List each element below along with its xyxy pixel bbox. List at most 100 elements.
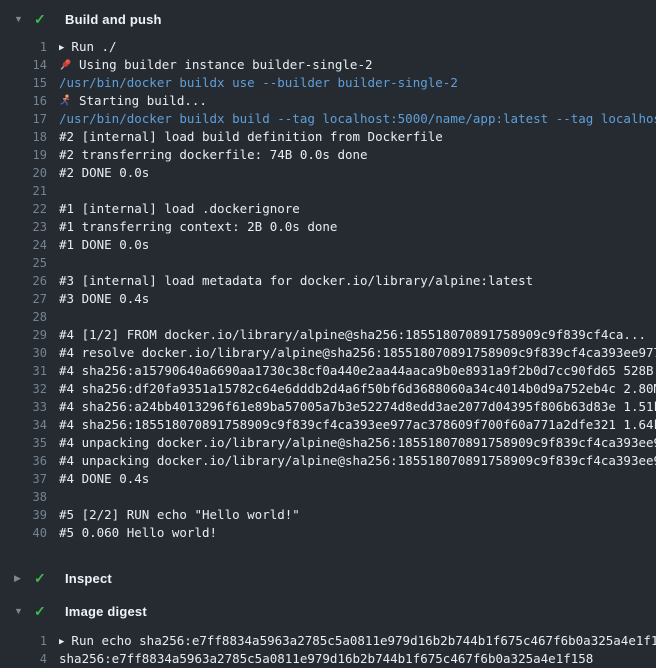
line-text: #3 DONE 0.4s	[59, 290, 149, 308]
log-line: 21	[0, 182, 656, 200]
log-line: 24 #1 DONE 0.0s	[0, 236, 656, 254]
line-number[interactable]: 1	[0, 38, 47, 56]
log-line: 29 #4 [1/2] FROM docker.io/library/alpine…	[0, 326, 656, 344]
line-number[interactable]: 21	[0, 182, 47, 200]
line-number[interactable]: 16	[0, 92, 47, 110]
log-line: 1 ▶Run ./	[0, 38, 656, 56]
line-number[interactable]: 26	[0, 272, 47, 290]
line-text: #4 DONE 0.4s	[59, 470, 149, 488]
line-number[interactable]: 20	[0, 164, 47, 182]
pin-icon	[59, 58, 72, 71]
section-title: Image digest	[65, 604, 147, 619]
line-text: ▶Run echo sha256:e7ff8834a5963a2785c5a08…	[59, 632, 656, 650]
line-number[interactable]: 22	[0, 200, 47, 218]
log-line: 22 #1 [internal] load .dockerignore	[0, 200, 656, 218]
line-text: #4 unpacking docker.io/library/alpine@sh…	[59, 434, 656, 452]
line-number[interactable]: 33	[0, 398, 47, 416]
line-number[interactable]: 4	[0, 650, 47, 668]
line-text: /usr/bin/docker buildx use --builder bui…	[59, 74, 458, 92]
log-line: 38	[0, 488, 656, 506]
line-number[interactable]: 14	[0, 56, 47, 74]
chevron-right-icon[interactable]: ▶	[14, 567, 34, 589]
line-text: /usr/bin/docker buildx build --tag local…	[59, 110, 656, 128]
line-text: #4 sha256:df20fa9351a15782c64e6dddb2d4a6…	[59, 380, 656, 398]
log-line: 20 #2 DONE 0.0s	[0, 164, 656, 182]
log-line: 31 #4 sha256:a15790640a6690aa1730c38cf0a4…	[0, 362, 656, 380]
line-text: #5 0.060 Hello world!	[59, 524, 217, 542]
log-line: 16 Starting build...	[0, 92, 656, 110]
line-text: #4 [1/2] FROM docker.io/library/alpine@s…	[59, 326, 646, 344]
log-line: 26 #3 [internal] load metadata for docker…	[0, 272, 656, 290]
check-icon: ✓	[34, 600, 56, 622]
section-header[interactable]: ▶ ✓ Inspect	[0, 567, 656, 589]
line-number[interactable]: 19	[0, 146, 47, 164]
line-text: #1 [internal] load .dockerignore	[59, 200, 300, 218]
section-header[interactable]: ▼ ✓ Image digest	[0, 600, 656, 622]
log-line: 39 #5 [2/2] RUN echo "Hello world!"	[0, 506, 656, 524]
line-number[interactable]: 24	[0, 236, 47, 254]
line-number[interactable]: 38	[0, 488, 47, 506]
line-text: #4 sha256:a24bb4013296f61e89ba57005a7b3e…	[59, 398, 656, 416]
line-text: #4 sha256:a15790640a6690aa1730c38cf0a440…	[59, 362, 656, 380]
line-text: #1 transferring context: 2B 0.0s done	[59, 218, 337, 236]
log-line: 34#4 sha256:185518070891758909c9f839cf4c…	[0, 416, 656, 434]
line-number[interactable]: 27	[0, 290, 47, 308]
section-inspect: ▶ ✓ Inspect	[0, 567, 656, 589]
line-number[interactable]: 35	[0, 434, 47, 452]
log-line: 18 #2 [internal] load build definition fr…	[0, 128, 656, 146]
line-text: #2 [internal] load build definition from…	[59, 128, 443, 146]
chevron-down-icon[interactable]: ▼	[14, 8, 34, 30]
section-log: 1 ▶Run echo sha256:e7ff8834a5963a2785c5a0…	[0, 632, 656, 668]
log-line: 30 #4 resolve docker.io/library/alpine@sh…	[0, 344, 656, 362]
line-text: #3 [internal] load metadata for docker.i…	[59, 272, 533, 290]
log-line: 36 #4 unpacking docker.io/library/alpine@…	[0, 452, 656, 470]
log-line: 4 sha256:e7ff8834a5963a2785c5a0811e979d16…	[0, 650, 656, 668]
line-number[interactable]: 39	[0, 506, 47, 524]
line-number[interactable]: 36	[0, 452, 47, 470]
log-viewer: ▼ ✓ Build and push 1 ▶Run ./14Using build…	[0, 0, 656, 668]
log-line: 25	[0, 254, 656, 272]
line-number[interactable]: 29	[0, 326, 47, 344]
line-number[interactable]: 15	[0, 74, 47, 92]
line-number[interactable]: 18	[0, 128, 47, 146]
run-expand-icon[interactable]: ▶	[59, 633, 64, 650]
line-number[interactable]: 25	[0, 254, 47, 272]
chevron-down-icon[interactable]: ▼	[14, 600, 34, 622]
log-line: 15/usr/bin/docker buildx use --builder b…	[0, 74, 656, 92]
line-number[interactable]: 28	[0, 308, 47, 326]
log-line: 17/usr/bin/docker buildx build --tag loc…	[0, 110, 656, 128]
line-number[interactable]: 31	[0, 362, 47, 380]
log-line: 1 ▶Run echo sha256:e7ff8834a5963a2785c5a0…	[0, 632, 656, 650]
line-text: Starting build...	[59, 92, 207, 110]
line-number[interactable]: 23	[0, 218, 47, 236]
line-number[interactable]: 30	[0, 344, 47, 362]
line-number[interactable]: 17	[0, 110, 47, 128]
line-number[interactable]: 34	[0, 416, 47, 434]
line-number[interactable]: 1	[0, 632, 47, 650]
section-title: Build and push	[65, 12, 162, 27]
log-line: 35 #4 unpacking docker.io/library/alpine@…	[0, 434, 656, 452]
line-number[interactable]: 37	[0, 470, 47, 488]
log-line: 19 #2 transferring dockerfile: 74B 0.0s d…	[0, 146, 656, 164]
run-expand-icon[interactable]: ▶	[59, 39, 64, 56]
line-text: #5 [2/2] RUN echo "Hello world!"	[59, 506, 300, 524]
line-text: #4 unpacking docker.io/library/alpine@sh…	[59, 452, 656, 470]
log-line: 32 #4 sha256:df20fa9351a15782c64e6dddb2d4…	[0, 380, 656, 398]
section-build-and-push: ▼ ✓ Build and push 1 ▶Run ./14Using build…	[0, 8, 656, 542]
line-text: ▶Run ./	[59, 38, 117, 56]
line-number[interactable]: 32	[0, 380, 47, 398]
line-text: #4 resolve docker.io/library/alpine@sha2…	[59, 344, 656, 362]
line-text: #2 transferring dockerfile: 74B 0.0s don…	[59, 146, 368, 164]
runner-icon	[59, 94, 72, 107]
line-text: sha256:e7ff8834a5963a2785c5a0811e979d16b…	[59, 650, 593, 668]
section-header[interactable]: ▼ ✓ Build and push	[0, 8, 656, 30]
line-number[interactable]: 40	[0, 524, 47, 542]
line-text: #2 DONE 0.0s	[59, 164, 149, 182]
log-line: 14Using builder instance builder-single-…	[0, 56, 656, 74]
log-line: 27 #3 DONE 0.4s	[0, 290, 656, 308]
line-text: #1 DONE 0.0s	[59, 236, 149, 254]
log-line: 28	[0, 308, 656, 326]
check-icon: ✓	[34, 8, 56, 30]
check-icon: ✓	[34, 567, 56, 589]
section-log: 1 ▶Run ./14Using builder instance builder…	[0, 38, 656, 542]
